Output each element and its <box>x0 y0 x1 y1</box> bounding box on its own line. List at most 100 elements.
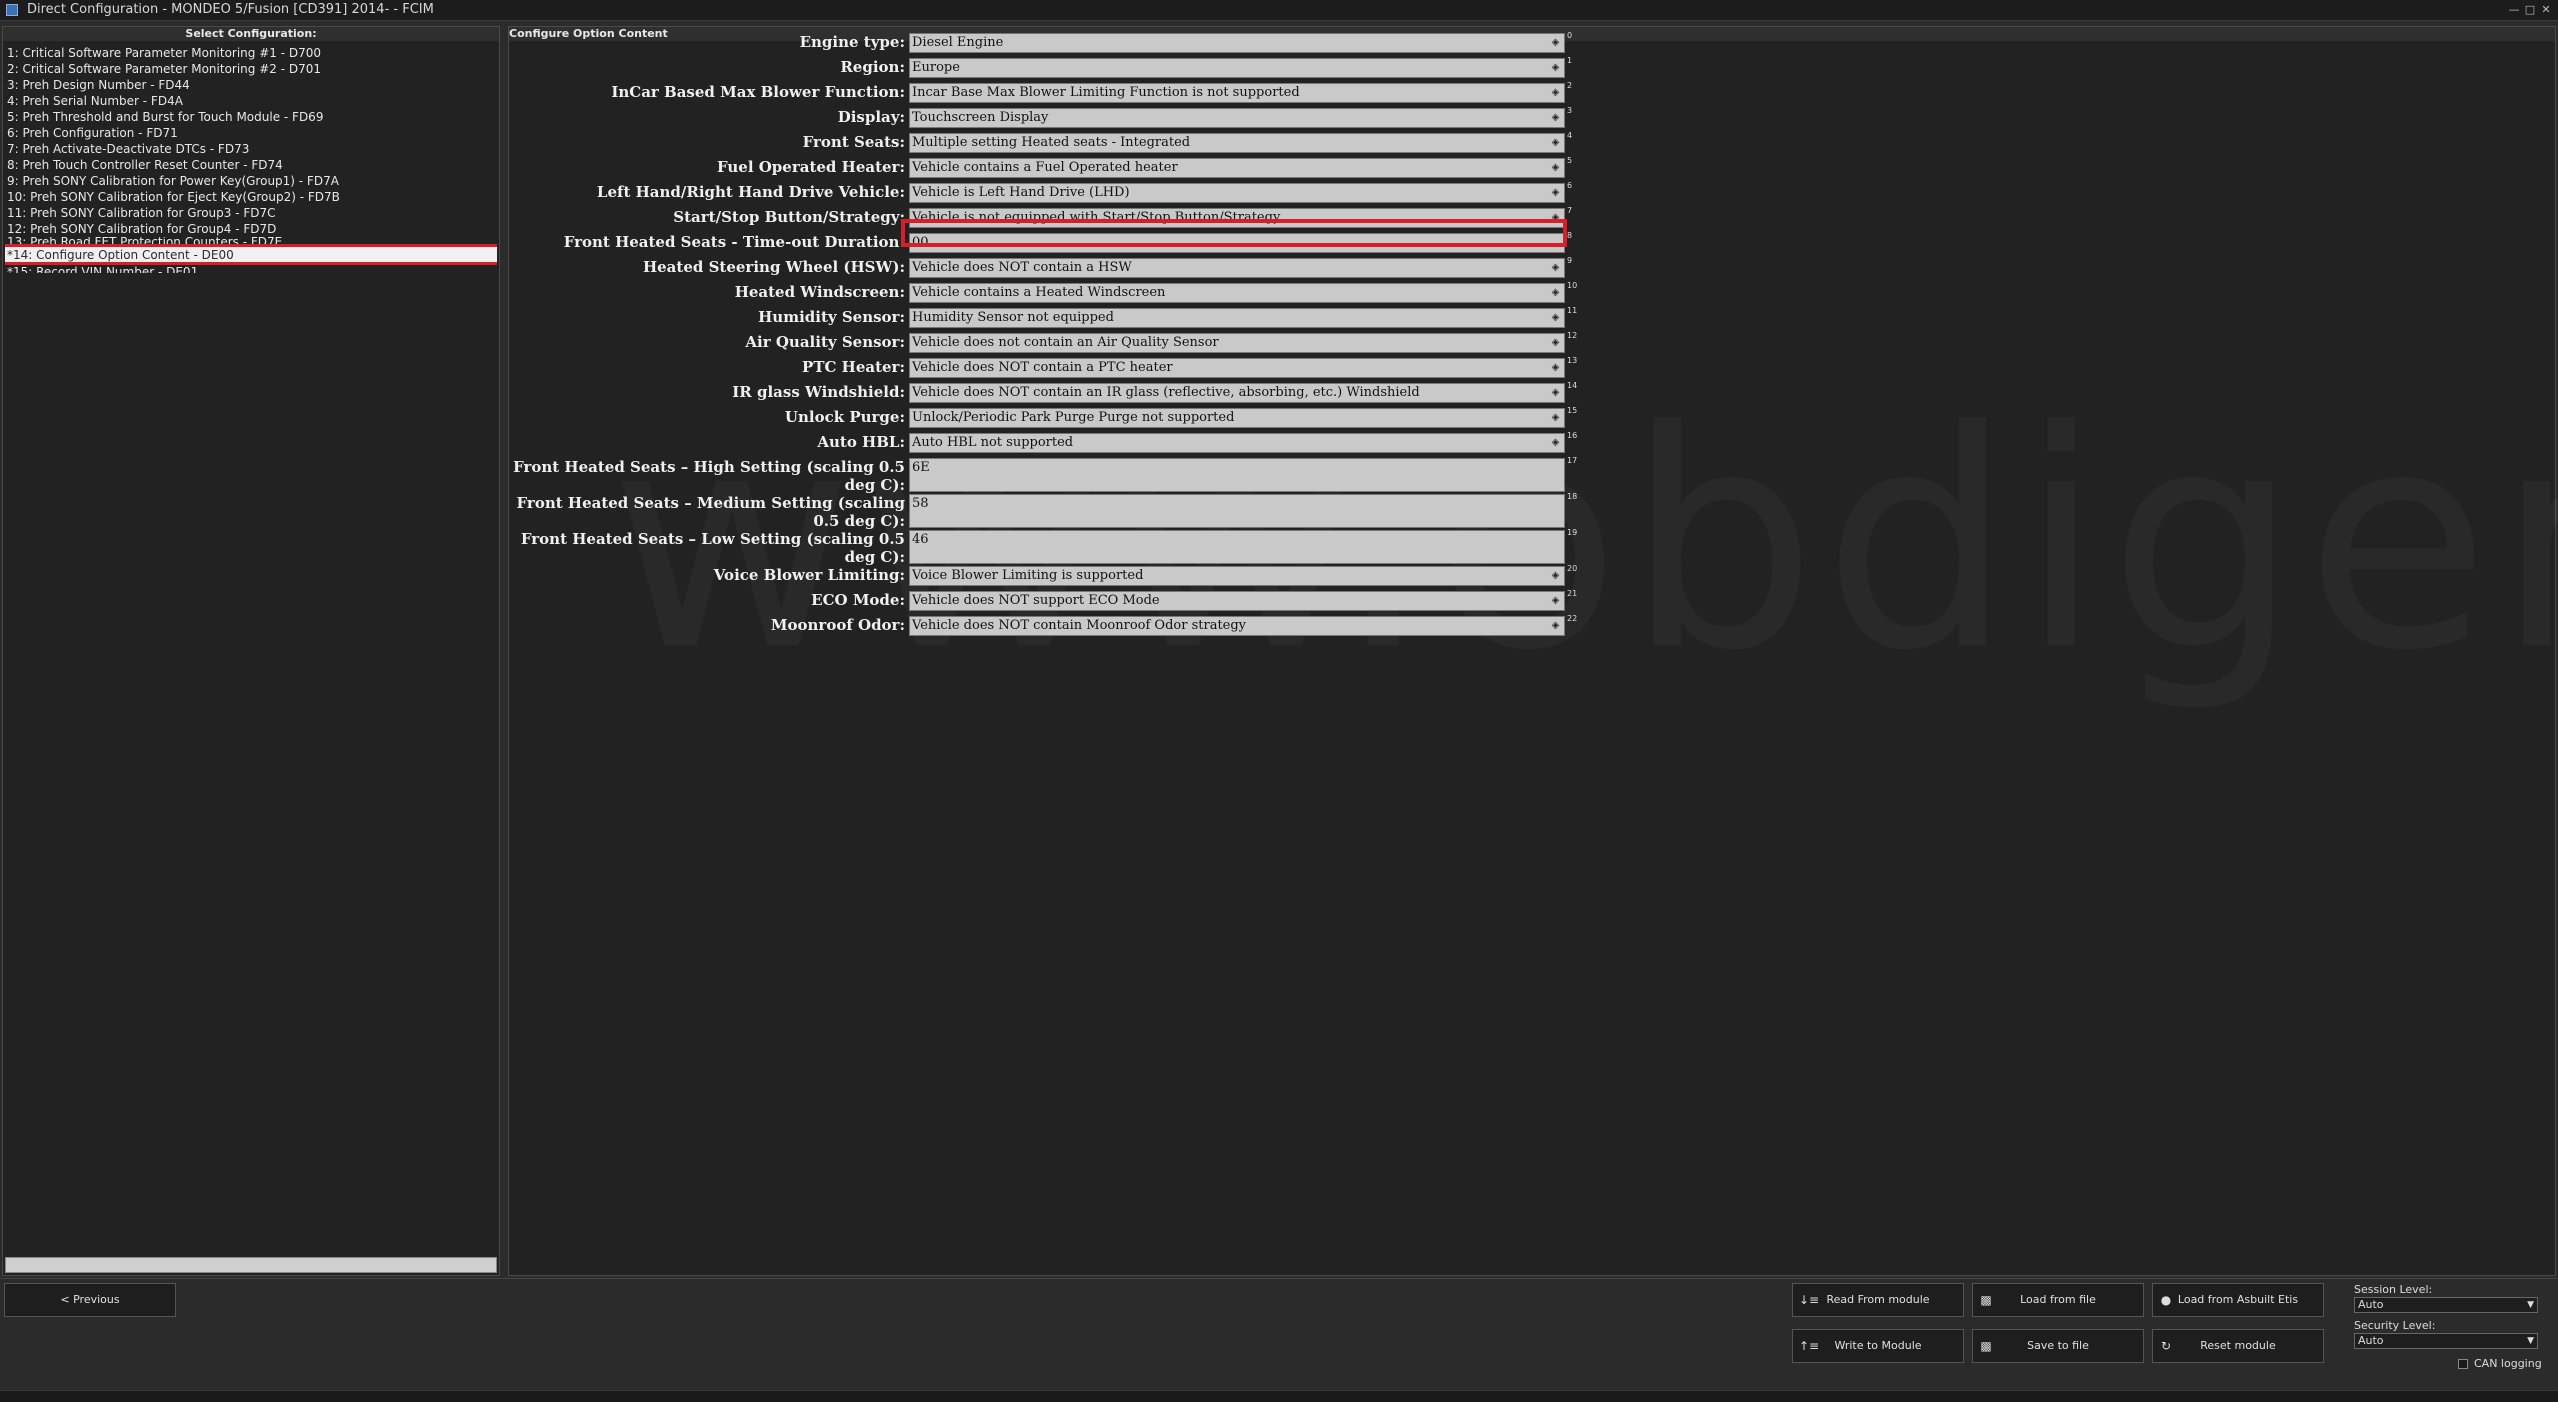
option-index: 0 <box>1567 31 1573 40</box>
option-index: 5 <box>1567 156 1573 165</box>
option-select[interactable]: Vehicle does NOT contain a PTC heater ◈ <box>909 358 1565 378</box>
option-label: Front Heated Seats – Low Setting (scalin… <box>520 530 905 566</box>
dropdown-arrow-icon[interactable]: ◈ <box>1550 337 1561 348</box>
option-value: Incar Base Max Blower Limiting Function … <box>912 85 1300 100</box>
load-from-file-button[interactable]: ▩ Load from file <box>1972 1283 2144 1317</box>
security-level-select[interactable]: Auto ▼ <box>2354 1333 2538 1349</box>
option-select[interactable]: Unlock/Periodic Park Purge Purge not sup… <box>909 408 1565 428</box>
option-input[interactable]: 58 <box>909 494 1565 528</box>
option-value: Unlock/Periodic Park Purge Purge not sup… <box>912 410 1235 425</box>
write-to-module-button[interactable]: ↑≡ Write to Module <box>1792 1329 1964 1363</box>
config-item[interactable]: 12: Preh SONY Calibration for Group4 - F… <box>5 221 497 237</box>
option-label: Humidity Sensor: <box>758 308 905 326</box>
dropdown-arrow-icon[interactable]: ◈ <box>1550 437 1561 448</box>
dropdown-arrow-icon[interactable]: ◈ <box>1550 212 1561 223</box>
option-select[interactable]: Vehicle does NOT contain Moonroof Odor s… <box>909 616 1565 636</box>
dropdown-arrow-icon[interactable]: ◈ <box>1550 387 1561 398</box>
config-item[interactable]: 10: Preh SONY Calibration for Eject Key(… <box>5 189 497 205</box>
dropdown-arrow-icon[interactable]: ◈ <box>1550 62 1561 73</box>
load-from-asbuilt-button[interactable]: ● Load from Asbuilt Etis <box>2152 1283 2324 1317</box>
dropdown-arrow-icon[interactable]: ◈ <box>1550 412 1561 423</box>
dropdown-arrow-icon[interactable]: ◈ <box>1550 112 1561 123</box>
config-item[interactable]: 6: Preh Configuration - FD71 <box>5 125 497 141</box>
option-value: Voice Blower Limiting is supported <box>912 568 1144 583</box>
option-value: Auto HBL not supported <box>912 435 1074 450</box>
maximize-icon[interactable]: □ <box>2522 0 2538 20</box>
dropdown-arrow-icon[interactable]: ◈ <box>1550 570 1561 581</box>
config-item[interactable]: 9: Preh SONY Calibration for Power Key(G… <box>5 173 497 189</box>
config-item[interactable]: 13: Preh Road FET Protection Counters - … <box>5 237 497 245</box>
option-index: 6 <box>1567 181 1573 190</box>
session-level-select[interactable]: Auto ▼ <box>2354 1297 2538 1313</box>
dropdown-arrow-icon[interactable]: ◈ <box>1550 87 1561 98</box>
option-select[interactable]: Europe ◈ <box>909 58 1565 78</box>
option-select[interactable]: Vehicle does NOT contain an IR glass (re… <box>909 383 1565 403</box>
read-from-module-button[interactable]: ↓≡ Read From module <box>1792 1283 1964 1317</box>
config-item[interactable]: *15: Record VIN Number - DE01 <box>5 264 497 273</box>
option-index: 14 <box>1567 381 1578 390</box>
previous-button[interactable]: < Previous <box>4 1283 176 1317</box>
option-label: Heated Steering Wheel (HSW): <box>642 258 905 276</box>
option-select[interactable]: Humidity Sensor not equipped ◈ <box>909 308 1565 328</box>
dropdown-arrow-icon[interactable]: ◈ <box>1550 362 1561 373</box>
option-select[interactable]: Vehicle contains a Heated Windscreen ◈ <box>909 283 1565 303</box>
save-to-file-label: Save to file <box>2027 1339 2089 1352</box>
title-bar: Direct Configuration - MONDEO 5/Fusion [… <box>0 0 2558 21</box>
option-select[interactable]: Vehicle does NOT contain a HSW ◈ <box>909 258 1565 278</box>
option-select[interactable]: Auto HBL not supported ◈ <box>909 433 1565 453</box>
option-select[interactable]: Diesel Engine ◈ <box>909 33 1565 53</box>
dropdown-arrow-icon[interactable]: ◈ <box>1550 262 1561 273</box>
config-item[interactable]: 5: Preh Threshold and Burst for Touch Mo… <box>5 109 497 125</box>
dropdown-arrow-icon[interactable]: ◈ <box>1550 37 1561 48</box>
load-from-file-label: Load from file <box>2020 1293 2096 1306</box>
option-row: Start/Stop Button/Strategy: Vehicle is no… <box>509 206 1572 230</box>
read-icon: ↓≡ <box>1799 1293 1820 1307</box>
reset-module-button[interactable]: ↻ Reset module <box>2152 1329 2324 1363</box>
can-logging-checkbox[interactable] <box>2458 1359 2468 1369</box>
option-input[interactable]: 6E <box>909 458 1565 492</box>
option-select[interactable]: Voice Blower Limiting is supported ◈ <box>909 566 1565 586</box>
dropdown-arrow-icon[interactable]: ◈ <box>1550 595 1561 606</box>
config-item[interactable]: 8: Preh Touch Controller Reset Counter -… <box>5 157 497 173</box>
dropdown-arrow-icon[interactable]: ◈ <box>1550 620 1561 631</box>
option-input[interactable]: 46 <box>909 530 1565 564</box>
option-row: Unlock Purge: Unlock/Periodic Park Purge … <box>509 406 1577 430</box>
option-select[interactable]: Multiple setting Heated seats - Integrat… <box>909 133 1565 153</box>
config-item[interactable]: 11: Preh SONY Calibration for Group3 - F… <box>5 205 497 221</box>
config-item[interactable]: 2: Critical Software Parameter Monitorin… <box>5 61 497 77</box>
config-list[interactable]: 1: Critical Software Parameter Monitorin… <box>5 45 497 273</box>
dropdown-arrow-icon[interactable]: ◈ <box>1550 287 1561 298</box>
config-item[interactable]: 3: Preh Design Number - FD44 <box>5 77 497 93</box>
config-item[interactable]: 7: Preh Activate-Deactivate DTCs - FD73 <box>5 141 497 157</box>
option-select[interactable]: Vehicle is Left Hand Drive (LHD) ◈ <box>909 183 1565 203</box>
option-select[interactable]: Vehicle does not contain an Air Quality … <box>909 333 1565 353</box>
option-select[interactable]: Incar Base Max Blower Limiting Function … <box>909 83 1565 103</box>
dropdown-arrow-icon[interactable]: ◈ <box>1550 137 1561 148</box>
write-to-module-label: Write to Module <box>1834 1339 1922 1352</box>
config-item[interactable]: 4: Preh Serial Number - FD4A <box>5 93 497 109</box>
dropdown-arrow-icon[interactable]: ◈ <box>1550 312 1561 323</box>
option-select[interactable]: Touchscreen Display ◈ <box>909 108 1565 128</box>
option-value: Humidity Sensor not equipped <box>912 310 1114 325</box>
option-row: Air Quality Sensor: Vehicle does not cont… <box>509 331 1577 355</box>
close-icon[interactable]: ✕ <box>2538 0 2554 20</box>
option-value: Vehicle contains a Fuel Operated heater <box>912 160 1178 175</box>
option-value: Multiple setting Heated seats - Integrat… <box>912 135 1191 150</box>
option-value: Vehicle does not contain an Air Quality … <box>912 335 1219 350</box>
option-label: InCar Based Max Blower Function: <box>611 83 905 101</box>
option-input[interactable]: 00 <box>909 233 1565 253</box>
option-select[interactable]: Vehicle is not equipped with Start/Stop … <box>909 208 1565 228</box>
option-label: ECO Mode: <box>811 591 905 609</box>
config-item[interactable]: 1: Critical Software Parameter Monitorin… <box>5 45 497 61</box>
config-item-selected[interactable]: *14: Configure Option Content - DE00 <box>5 244 497 265</box>
horizontal-scrollbar[interactable] <box>5 1257 497 1273</box>
option-select[interactable]: Vehicle does NOT support ECO Mode ◈ <box>909 591 1565 611</box>
config-panel-title: Select Configuration: <box>3 27 499 41</box>
option-row: Voice Blower Limiting: Voice Blower Limit… <box>509 564 1577 588</box>
option-index: 12 <box>1567 331 1578 340</box>
dropdown-arrow-icon[interactable]: ◈ <box>1550 187 1561 198</box>
save-to-file-button[interactable]: ▩ Save to file <box>1972 1329 2144 1363</box>
option-select[interactable]: Vehicle contains a Fuel Operated heater ◈ <box>909 158 1565 178</box>
minimize-icon[interactable]: — <box>2506 0 2522 20</box>
dropdown-arrow-icon[interactable]: ◈ <box>1550 162 1561 173</box>
